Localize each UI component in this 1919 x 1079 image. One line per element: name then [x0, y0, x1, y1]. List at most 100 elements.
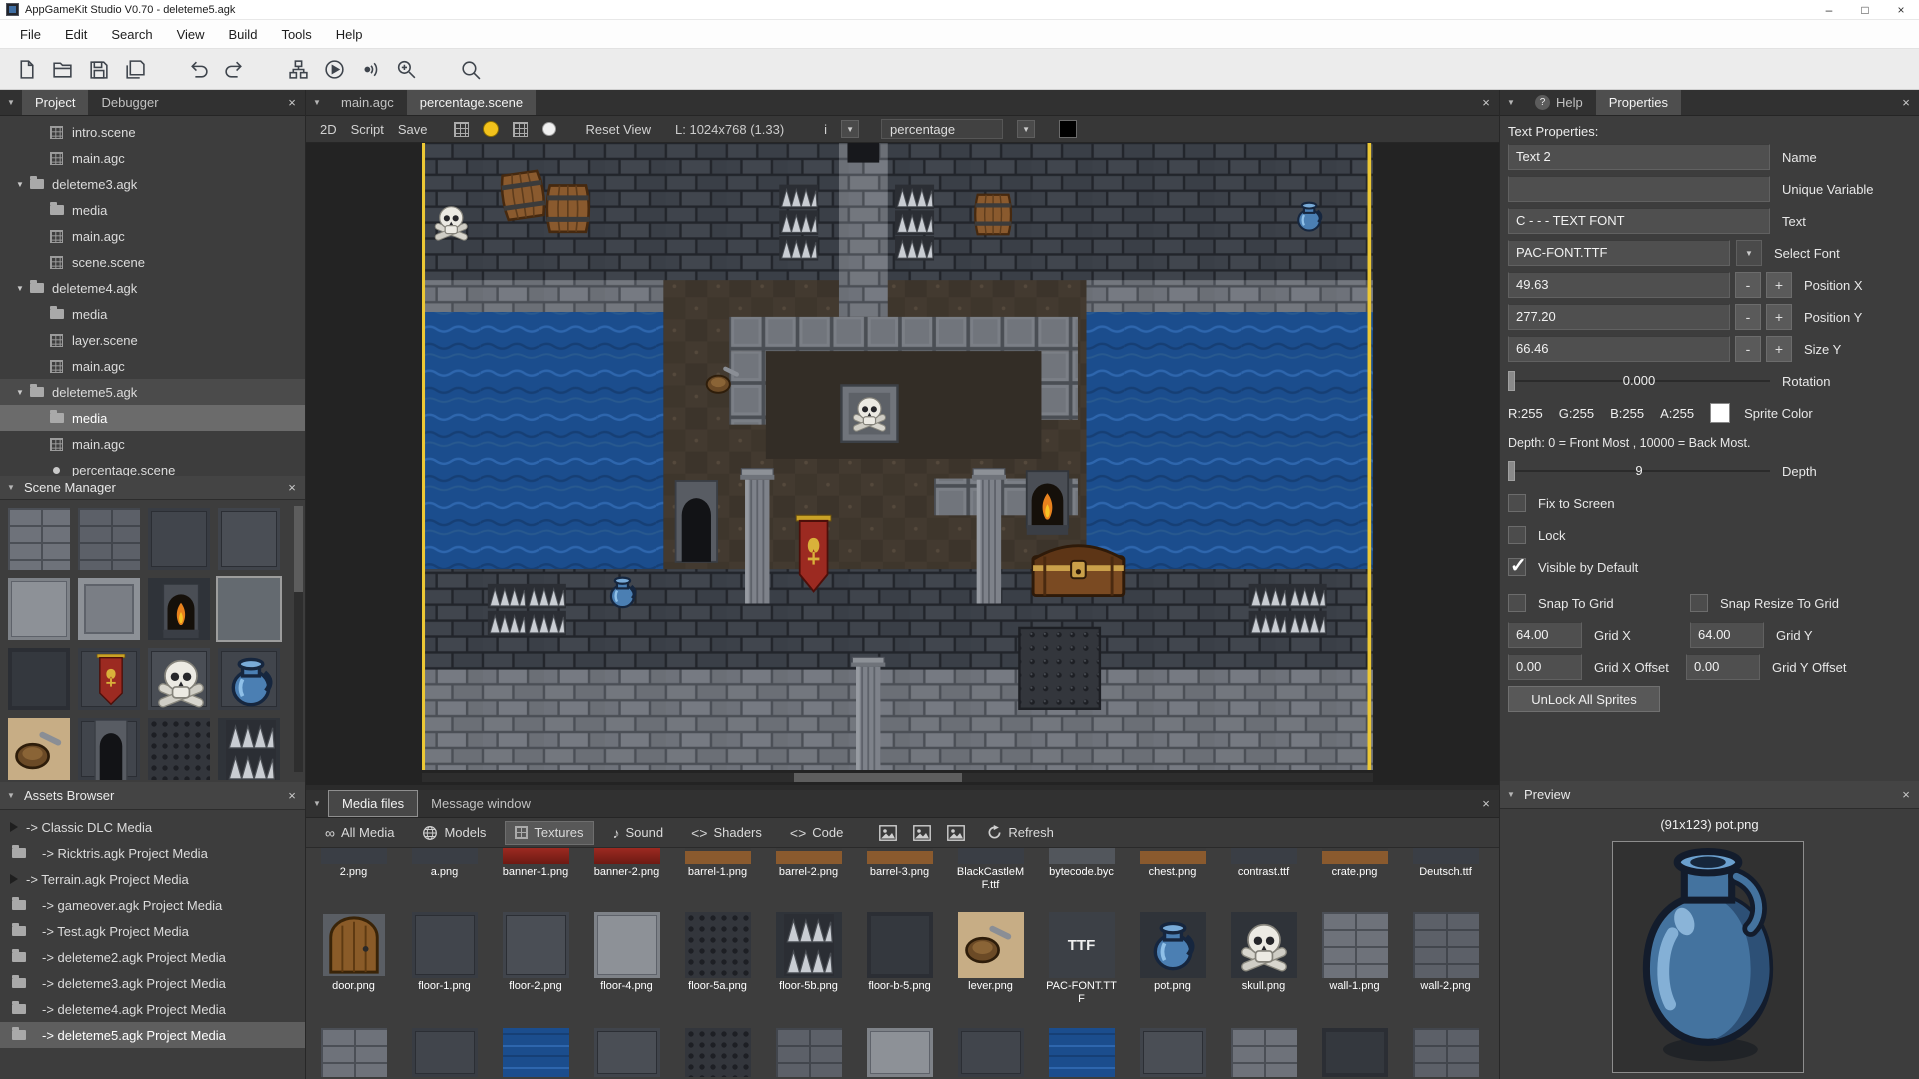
- depth-slider[interactable]: 9: [1508, 459, 1770, 483]
- asset-folder-item[interactable]: -> deleteme3.agk Project Media: [0, 970, 305, 996]
- filter-all-media-button[interactable]: ∞All Media: [316, 821, 403, 845]
- grid-x-field[interactable]: 64.00: [1508, 622, 1582, 648]
- refresh-button[interactable]: Refresh: [978, 821, 1063, 845]
- scene-tile-thumb-skull[interactable]: [148, 648, 210, 710]
- position-y-field[interactable]: 277.20: [1508, 304, 1730, 330]
- expander-icon[interactable]: ▼: [12, 284, 28, 293]
- media-item-partial[interactable]: [1218, 1028, 1309, 1077]
- panel-menu-icon[interactable]: ▼: [0, 791, 22, 800]
- media-item-partial[interactable]: [854, 1028, 945, 1077]
- media-item[interactable]: skull.png: [1218, 912, 1309, 1028]
- media-item[interactable]: floor-b-5.png: [854, 912, 945, 1028]
- menu-edit[interactable]: Edit: [53, 20, 99, 48]
- panel-menu-icon[interactable]: ▼: [306, 90, 328, 115]
- media-item[interactable]: lever.png: [945, 912, 1036, 1028]
- font-field[interactable]: PAC-FONT.TTF: [1508, 240, 1730, 266]
- expander-icon[interactable]: ▼: [12, 388, 28, 397]
- tree-item[interactable]: main.agc: [0, 223, 305, 249]
- scene-tile-thumb-water-selected[interactable]: [218, 578, 280, 640]
- media-item[interactable]: barrel-1.png: [672, 848, 763, 879]
- asset-folder-item[interactable]: -> deleteme4.agk Project Media: [0, 996, 305, 1022]
- media-item-partial[interactable]: [1036, 1028, 1127, 1077]
- media-item-partial[interactable]: [945, 1028, 1036, 1077]
- panel-menu-icon[interactable]: ▼: [1500, 90, 1522, 115]
- close-icon[interactable]: ×: [279, 788, 305, 803]
- media-item[interactable]: door.png: [308, 912, 399, 1028]
- scene-select-dropdown[interactable]: percentage: [881, 119, 1003, 139]
- media-item[interactable]: floor-4.png: [581, 912, 672, 1028]
- grid-color-indicator-icon[interactable]: [542, 122, 556, 136]
- filter-shaders-button[interactable]: <>Shaders: [682, 821, 771, 845]
- filter-models-button[interactable]: Models: [413, 821, 495, 845]
- media-item-partial[interactable]: [1309, 1028, 1400, 1077]
- media-item[interactable]: BlackCastleMF.ttf: [945, 848, 1036, 892]
- mode-2d-button[interactable]: 2D: [320, 122, 337, 137]
- visible-by-default-checkbox[interactable]: ✓: [1508, 558, 1526, 576]
- media-item[interactable]: a.png: [399, 848, 490, 879]
- grid-visible-toggle-icon[interactable]: [513, 122, 528, 137]
- size-y-decrement-button[interactable]: -: [1735, 336, 1761, 362]
- new-project-button[interactable]: [8, 52, 44, 86]
- media-item[interactable]: barrel-2.png: [763, 848, 854, 879]
- tree-item[interactable]: intro.scene: [0, 119, 305, 145]
- scene-tile-thumb[interactable]: [218, 508, 280, 570]
- scene-tile-thumb[interactable]: [8, 508, 70, 570]
- media-item-partial[interactable]: [308, 1028, 399, 1077]
- tree-item-selected[interactable]: media: [0, 405, 305, 431]
- panel-menu-icon[interactable]: ▼: [0, 90, 22, 115]
- asset-folder-item[interactable]: -> Test.agk Project Media: [0, 918, 305, 944]
- scene-tile-thumb-fireplace[interactable]: [148, 578, 210, 640]
- tree-item[interactable]: main.agc: [0, 353, 305, 379]
- zoom-button[interactable]: [452, 52, 488, 86]
- filter-textures-button[interactable]: Textures: [505, 821, 593, 845]
- undo-button[interactable]: [180, 52, 216, 86]
- asset-folder-item[interactable]: -> Ricktris.agk Project Media: [0, 840, 305, 866]
- script-button[interactable]: Script: [351, 122, 384, 137]
- scene-tile-thumb-lever[interactable]: [8, 718, 70, 780]
- scrollbar-handle[interactable]: [794, 773, 962, 782]
- close-button[interactable]: ×: [1883, 0, 1919, 19]
- grid-x-offset-field[interactable]: 0.00: [1508, 654, 1582, 680]
- panel-menu-icon[interactable]: ▼: [0, 483, 22, 492]
- close-icon[interactable]: ×: [1893, 787, 1919, 802]
- media-item-partial[interactable]: [763, 1028, 854, 1077]
- media-item[interactable]: wall-2.png: [1400, 912, 1491, 1028]
- scene-tile-thumb[interactable]: [8, 648, 70, 710]
- expander-icon[interactable]: ▼: [12, 180, 28, 189]
- tab-debugger[interactable]: Debugger: [88, 90, 171, 115]
- snap-to-grid-checkbox[interactable]: [1508, 594, 1526, 612]
- interp-dropdown-arrow-icon[interactable]: ▼: [841, 120, 859, 138]
- size-y-field[interactable]: 66.46: [1508, 336, 1730, 362]
- broadcast-button[interactable]: [352, 52, 388, 86]
- media-item[interactable]: banner-2.png: [581, 848, 672, 879]
- asset-folder-item[interactable]: -> gameover.agk Project Media: [0, 892, 305, 918]
- interp-dropdown-label[interactable]: i: [824, 122, 827, 137]
- snap-resize-to-grid-checkbox[interactable]: [1690, 594, 1708, 612]
- minimize-button[interactable]: –: [1811, 0, 1847, 19]
- save-all-button[interactable]: [116, 52, 152, 86]
- panel-menu-icon[interactable]: ▼: [306, 790, 328, 817]
- thumbnail-size-medium-button[interactable]: [910, 822, 934, 844]
- tab-properties[interactable]: Properties: [1596, 90, 1681, 115]
- tree-item[interactable]: ▼deleteme4.agk: [0, 275, 305, 301]
- snap-indicator-icon[interactable]: [483, 121, 499, 137]
- scene-select-dropdown-arrow-icon[interactable]: ▼: [1017, 120, 1035, 138]
- text-field[interactable]: C - - - TEXT FONT: [1508, 208, 1770, 234]
- menu-search[interactable]: Search: [99, 20, 164, 48]
- position-x-field[interactable]: 49.63: [1508, 272, 1730, 298]
- project-hierarchy-button[interactable]: [280, 52, 316, 86]
- tree-item[interactable]: media: [0, 301, 305, 327]
- thumbnail-size-large-button[interactable]: [944, 822, 968, 844]
- position-y-increment-button[interactable]: +: [1766, 304, 1792, 330]
- asset-folder-item[interactable]: -> Terrain.agk Project Media: [0, 866, 305, 892]
- menu-file[interactable]: File: [8, 20, 53, 48]
- open-project-button[interactable]: [44, 52, 80, 86]
- media-item[interactable]: pot.png: [1127, 912, 1218, 1028]
- save-button[interactable]: [80, 52, 116, 86]
- scene-tile-thumb[interactable]: [148, 718, 210, 780]
- scene-tile-thumb[interactable]: [78, 578, 140, 640]
- media-item[interactable]: barrel-3.png: [854, 848, 945, 879]
- maximize-button[interactable]: □: [1847, 0, 1883, 19]
- name-field[interactable]: Text 2: [1508, 144, 1770, 170]
- scene-manager-scrollbar[interactable]: [294, 506, 303, 772]
